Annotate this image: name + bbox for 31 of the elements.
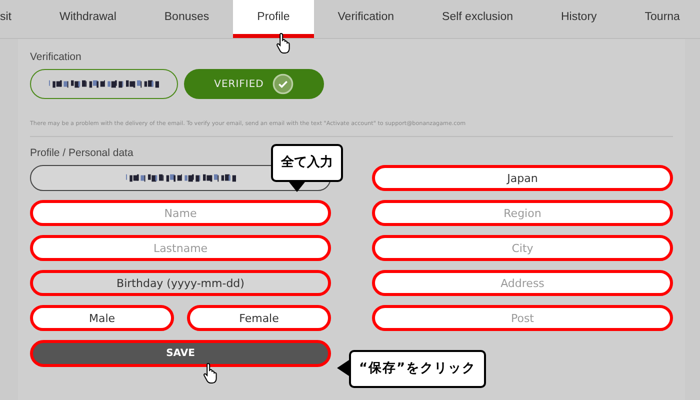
check-circle-icon: [272, 73, 294, 95]
country-field[interactable]: Japan: [372, 165, 673, 191]
callout-tooltip: “保存”をクリック: [349, 350, 486, 388]
save-button[interactable]: SAVE: [30, 340, 331, 367]
callout-tail-icon: [289, 182, 305, 192]
input-field[interactable]: Address: [372, 270, 673, 296]
section-label: Verification: [30, 51, 82, 63]
section-label: Profile / Personal data: [30, 147, 134, 159]
tab[interactable]: Profile: [233, 0, 314, 38]
date-field[interactable]: Birthday (yyyy-mm-dd): [30, 270, 331, 296]
tab[interactable]: Withdrawal: [36, 0, 140, 38]
hand-pointer-icon: [276, 32, 292, 54]
redacted-text-icon: [49, 80, 159, 88]
input-field[interactable]: City: [372, 235, 673, 261]
redacted-text-icon: [126, 174, 236, 182]
gender-option[interactable]: Male: [30, 305, 174, 331]
input-field[interactable]: Lastname: [30, 235, 331, 261]
callout-tooltip: 全て入力: [271, 144, 343, 182]
tab[interactable]: Self exclusion: [418, 0, 537, 38]
tab[interactable]: sit: [0, 0, 36, 38]
hand-pointer-icon: [203, 362, 219, 384]
input-field[interactable]: Name: [30, 200, 331, 226]
tab[interactable]: History: [537, 0, 621, 38]
gender-option[interactable]: Female: [187, 305, 331, 331]
input-field[interactable]: Post: [372, 305, 673, 331]
tab[interactable]: Tourna: [620, 0, 700, 38]
email-field-redacted[interactable]: [30, 69, 178, 99]
tab[interactable]: Verification: [314, 0, 418, 38]
tab[interactable]: Bonuses: [140, 0, 234, 38]
verified-status-button[interactable]: VERIFIED: [184, 69, 324, 99]
input-field[interactable]: Region: [372, 200, 673, 226]
